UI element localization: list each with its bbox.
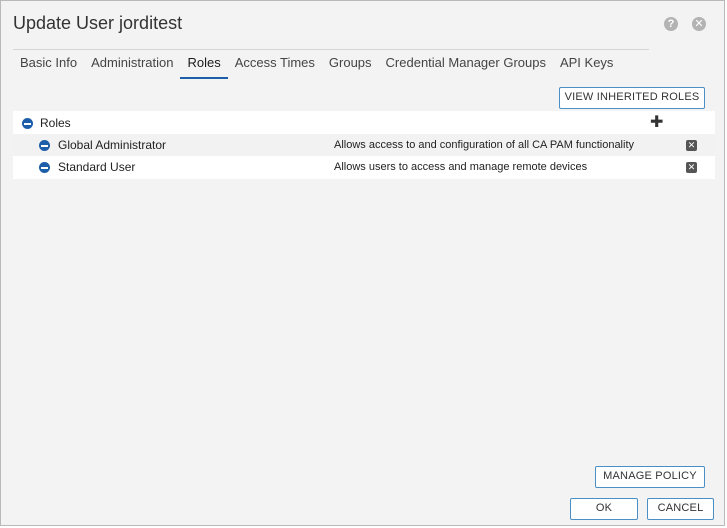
role-description: Allows access to and configuration of al… xyxy=(334,139,635,151)
role-name: Standard User xyxy=(58,160,136,174)
tab-roles[interactable]: Roles xyxy=(180,53,228,79)
view-inherited-roles-button[interactable]: VIEW INHERITED ROLES xyxy=(559,87,705,109)
tab-credential-manager-groups[interactable]: Credential Manager Groups xyxy=(379,53,553,79)
role-row: Standard User Allows users to access and… xyxy=(13,156,715,178)
collapse-role-icon[interactable] xyxy=(39,140,50,151)
tab-administration[interactable]: Administration xyxy=(84,53,180,79)
tab-groups[interactable]: Groups xyxy=(322,53,379,79)
tab-basic-info[interactable]: Basic Info xyxy=(13,53,84,79)
tab-bar: Basic Info Administration Roles Access T… xyxy=(13,49,649,79)
title-controls: ? ✕ xyxy=(664,17,706,31)
cancel-button[interactable]: CANCEL xyxy=(647,498,714,520)
collapse-role-icon[interactable] xyxy=(39,162,50,173)
help-icon[interactable]: ? xyxy=(664,17,678,31)
roles-header-row: Roles ✚ xyxy=(13,112,715,134)
ok-button[interactable]: OK xyxy=(570,498,638,520)
tab-access-times[interactable]: Access Times xyxy=(228,53,322,79)
manage-policy-button[interactable]: MANAGE POLICY xyxy=(595,466,705,488)
remove-role-icon[interactable]: ✕ xyxy=(686,162,697,173)
add-role-icon[interactable]: ✚ xyxy=(650,115,663,131)
role-row: Global Administrator Allows access to an… xyxy=(13,134,715,156)
roles-header-label: Roles xyxy=(40,116,71,130)
tab-api-keys[interactable]: API Keys xyxy=(553,53,620,79)
remove-role-icon[interactable]: ✕ xyxy=(686,140,697,151)
role-description: Allows users to access and manage remote… xyxy=(334,161,588,173)
collapse-roles-icon[interactable] xyxy=(22,118,33,129)
role-name: Global Administrator xyxy=(58,138,167,152)
close-icon[interactable]: ✕ xyxy=(692,17,706,31)
dialog-title: Update User jorditest xyxy=(13,13,183,33)
update-user-dialog: Update User jorditest ? ✕ Basic Info Adm… xyxy=(0,0,725,526)
roles-panel: Roles ✚ Global Administrator Allows acce… xyxy=(13,111,715,179)
